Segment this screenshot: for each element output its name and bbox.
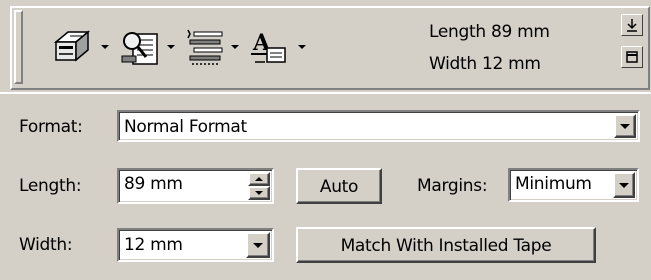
- margins-value: Minimum: [515, 174, 592, 194]
- match-installed-tape-button[interactable]: Match With Installed Tape: [296, 227, 596, 263]
- toolbar-grip[interactable]: [14, 10, 23, 84]
- chevron-down-icon: [620, 124, 630, 129]
- preview-dropdown-arrow[interactable]: [167, 45, 175, 49]
- chevron-down-icon: [619, 183, 629, 188]
- dock-button[interactable]: [621, 14, 643, 36]
- tape-length-info: Length 89 mm: [429, 22, 550, 42]
- margins-label: Margins:: [417, 176, 488, 196]
- length-decrement-button[interactable]: [248, 186, 270, 200]
- length-value: 89 mm: [124, 174, 183, 194]
- print-dropdown-arrow[interactable]: [101, 45, 109, 49]
- width-value: 12 mm: [124, 235, 183, 255]
- format-select[interactable]: Normal Format: [117, 110, 640, 142]
- length-spin-field[interactable]: 89 mm: [117, 168, 274, 204]
- print-button[interactable]: [48, 24, 94, 70]
- restore-icon: [626, 51, 638, 63]
- restore-button[interactable]: [621, 46, 643, 68]
- print-preview-button[interactable]: [116, 24, 162, 70]
- format-label: Format:: [19, 117, 83, 137]
- spin-down-icon: [255, 191, 263, 195]
- length-label: Length:: [19, 176, 82, 196]
- layout-button[interactable]: [182, 24, 228, 70]
- auto-button-label: Auto: [319, 177, 359, 197]
- text-format-button[interactable]: A: [247, 24, 293, 70]
- margins-dropdown-button[interactable]: [613, 172, 635, 198]
- margins-select[interactable]: Minimum: [508, 168, 639, 202]
- layout-icon: [187, 29, 223, 65]
- text-format-dropdown-arrow[interactable]: [298, 45, 306, 49]
- format-dropdown-button[interactable]: [614, 114, 636, 138]
- layout-dropdown-arrow[interactable]: [231, 45, 239, 49]
- length-increment-button[interactable]: [248, 172, 270, 186]
- width-dropdown-button[interactable]: [246, 232, 270, 258]
- tape-settings-panel: Format: Normal Format Length: 89 mm Auto…: [0, 92, 651, 280]
- dock-down-icon: [627, 19, 637, 32]
- print-preview-icon: [121, 32, 158, 65]
- match-installed-tape-label: Match With Installed Tape: [340, 236, 552, 256]
- format-value: Normal Format: [124, 117, 247, 137]
- chevron-down-icon: [253, 243, 263, 248]
- width-label: Width:: [19, 235, 73, 255]
- spin-up-icon: [255, 177, 263, 181]
- width-select[interactable]: 12 mm: [117, 228, 274, 262]
- tape-width-info: Width 12 mm: [429, 54, 541, 74]
- auto-button[interactable]: Auto: [296, 168, 382, 204]
- print-icon: [53, 30, 91, 62]
- toolbar: A Length 89 mm Width 12 mm: [10, 6, 650, 90]
- text-format-icon: A: [251, 30, 286, 63]
